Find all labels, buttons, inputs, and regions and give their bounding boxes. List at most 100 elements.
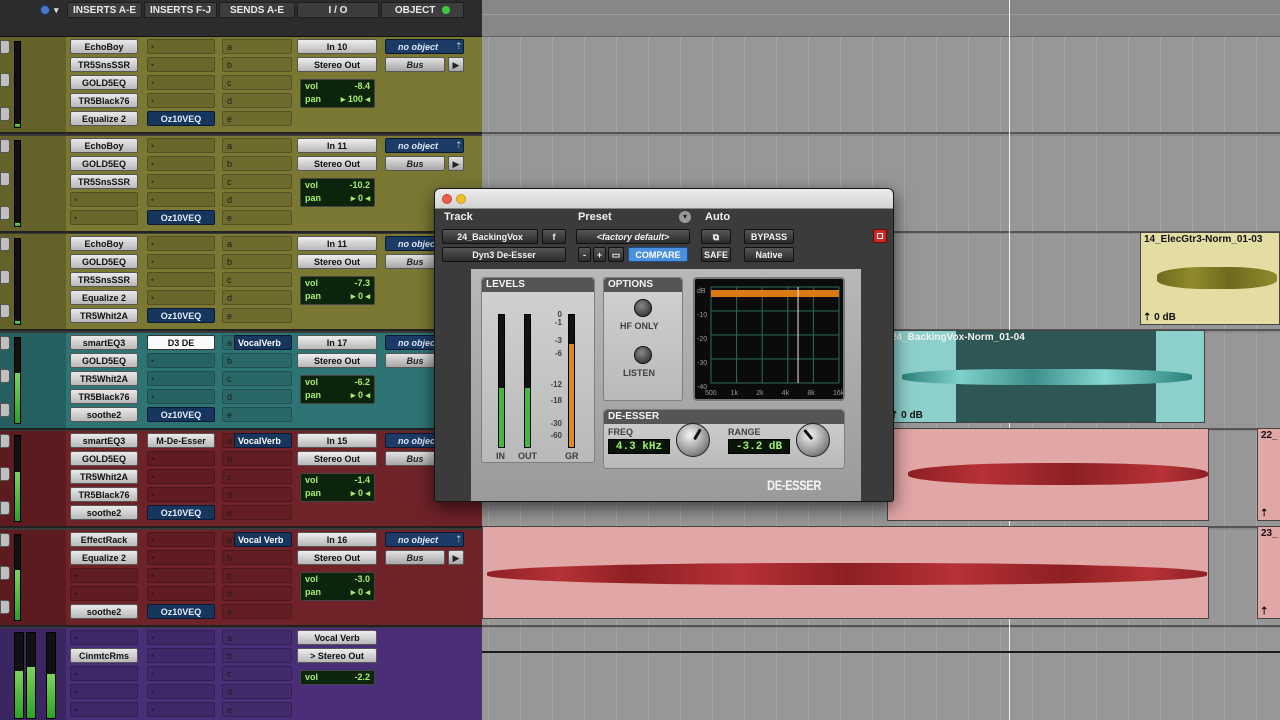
insert-slot-d[interactable]: • xyxy=(70,191,138,207)
pan-left-icon[interactable]: ▸ xyxy=(351,488,356,498)
insert-slot-i[interactable]: • xyxy=(147,191,215,207)
insert-slot-g[interactable]: • xyxy=(147,352,215,368)
insert-slot-g[interactable]: • xyxy=(147,155,215,171)
insert-slot-g[interactable]: • xyxy=(147,451,215,466)
send-slot-a[interactable]: a xyxy=(222,236,292,251)
safe-button[interactable]: SAFE xyxy=(701,247,731,262)
insert-slot-f[interactable]: • xyxy=(147,236,215,251)
send-slot-d[interactable]: d xyxy=(222,585,292,601)
clip-backingvox[interactable]: 24_BackingVox-Norm_01-04 ⇡ 0 dB xyxy=(887,330,1205,423)
track-f-button[interactable]: f xyxy=(542,229,566,244)
insert-slot-i[interactable]: • xyxy=(147,93,215,108)
track-handle-icon[interactable] xyxy=(0,40,10,54)
input-selector[interactable]: In 11 xyxy=(297,236,377,251)
vol-pan-readout[interactable]: vol -10.2 pan ▸ 0 ◂ xyxy=(300,177,375,207)
vol-pan-readout[interactable]: vol -8.4 pan ▸ 100 ◂ xyxy=(300,79,375,108)
insert-slot-b[interactable]: Equalize 2 xyxy=(70,549,138,565)
insert-slot-d[interactable]: • xyxy=(70,684,138,699)
send-slot-a[interactable]: a xyxy=(222,39,292,54)
insert-slot-e[interactable]: soothe2 xyxy=(70,603,138,619)
pan-left-icon[interactable]: ▸ xyxy=(351,587,356,597)
input-selector[interactable]: In 11 xyxy=(297,137,377,153)
track-handle-icon[interactable] xyxy=(0,304,10,318)
input-selector[interactable]: Vocal Verb xyxy=(297,630,377,645)
send-slot-e[interactable]: e xyxy=(222,111,292,126)
bypass-button[interactable]: BYPASS xyxy=(744,229,794,244)
send-slot-e[interactable]: e xyxy=(222,505,292,520)
vol-pan-readout[interactable]: vol -2.2 xyxy=(300,670,375,685)
insert-slot-h[interactable]: • xyxy=(147,173,215,189)
insert-slot-c[interactable]: TR5Whit2A xyxy=(70,469,138,484)
insert-slot-g[interactable]: • xyxy=(147,648,215,663)
send-slot-a[interactable]: a xyxy=(222,137,292,153)
freq-display[interactable]: 4.3 kHz xyxy=(608,439,670,454)
send-slot-d[interactable]: d xyxy=(222,290,292,305)
insert-slot-b[interactable]: GOLD5EQ xyxy=(70,155,138,171)
insert-slot-f[interactable]: • xyxy=(147,630,215,645)
track-handle-icon[interactable] xyxy=(0,237,10,251)
track-handle-icon[interactable] xyxy=(0,467,10,481)
pan-value[interactable]: 0 xyxy=(358,488,363,498)
clock-icon[interactable] xyxy=(40,5,50,15)
insert-slot-f[interactable]: • xyxy=(147,39,215,54)
close-window-icon[interactable] xyxy=(442,194,452,204)
send-slot-b[interactable]: b xyxy=(222,155,292,171)
bus-play-icon[interactable]: ▶ xyxy=(448,57,464,72)
send-slot-b[interactable]: b xyxy=(222,57,292,72)
insert-slot-d[interactable]: TR5Black76 xyxy=(70,487,138,502)
output-selector[interactable]: Stereo Out xyxy=(297,57,377,72)
plugin-window[interactable]: Track Preset Auto ▾ 24_BackingVox f Dyn3… xyxy=(434,188,894,502)
insert-slot-j[interactable]: Oz10VEQ xyxy=(147,111,215,126)
track-handle-icon[interactable] xyxy=(0,270,10,284)
plugin-titlebar[interactable] xyxy=(435,189,893,209)
send-slot-d[interactable]: d xyxy=(222,191,292,207)
bus-play-icon[interactable]: ▶ xyxy=(448,155,464,171)
track-handle-icon[interactable] xyxy=(0,205,10,220)
insert-slot-c[interactable]: TR5SnsSSR xyxy=(70,173,138,189)
insert-slot-c[interactable]: • xyxy=(70,567,138,583)
link-icon[interactable]: ⧉ xyxy=(701,229,731,244)
insert-slot-h[interactable]: • xyxy=(147,75,215,90)
column-inserts-ae[interactable]: INSERTS A-E xyxy=(67,2,142,18)
pan-value[interactable]: 0 xyxy=(358,291,363,301)
insert-slot-e[interactable]: soothe2 xyxy=(70,505,138,520)
track-handle-icon[interactable] xyxy=(0,532,10,547)
send-slot-d[interactable]: d xyxy=(222,93,292,108)
insert-slot-j[interactable]: Oz10VEQ xyxy=(147,308,215,323)
vol-pan-readout[interactable]: vol -3.0 pan ▸ 0 ◂ xyxy=(300,571,375,601)
vol-value[interactable]: -2.2 xyxy=(354,671,370,684)
preset-prev-button[interactable]: - xyxy=(578,247,591,262)
insert-slot-f[interactable]: D3 DE xyxy=(147,334,215,350)
hf-only-button[interactable] xyxy=(634,299,652,317)
insert-slot-j[interactable]: Oz10VEQ xyxy=(147,406,215,422)
vol-value[interactable]: -6.2 xyxy=(354,376,370,389)
bus-play-icon[interactable]: ▶ xyxy=(448,549,464,565)
insert-slot-c[interactable]: TR5Whit2A xyxy=(70,370,138,386)
insert-slot-b[interactable]: TR5SnsSSR xyxy=(70,57,138,72)
output-selector[interactable]: Stereo Out xyxy=(297,352,377,368)
pan-right-icon[interactable]: ◂ xyxy=(365,94,370,104)
insert-slot-f[interactable]: M-De-Esser xyxy=(147,433,215,448)
clip-indicator-icon[interactable] xyxy=(873,229,887,243)
pan-right-icon[interactable]: ◂ xyxy=(365,193,370,203)
insert-slot-b[interactable]: GOLD5EQ xyxy=(70,254,138,269)
send-slot-c[interactable]: c xyxy=(222,75,292,90)
insert-slot-a[interactable]: smartEQ3 xyxy=(70,334,138,350)
object-panner-icon[interactable]: ⇡ xyxy=(455,534,463,545)
track-handle-icon[interactable] xyxy=(0,335,10,350)
insert-slot-g[interactable]: • xyxy=(147,549,215,565)
column-io[interactable]: I / O xyxy=(297,2,379,18)
vol-value[interactable]: -3.0 xyxy=(354,573,370,586)
insert-slot-f[interactable]: • xyxy=(147,531,215,547)
output-selector[interactable]: Stereo Out xyxy=(297,451,377,466)
insert-slot-h[interactable]: • xyxy=(147,469,215,484)
insert-slot-a[interactable]: EchoBoy xyxy=(70,39,138,54)
insert-slot-d[interactable]: TR5Black76 xyxy=(70,93,138,108)
insert-slot-c[interactable]: TR5SnsSSR xyxy=(70,272,138,287)
send-slot-d[interactable]: d xyxy=(222,388,292,404)
vol-value[interactable]: -1.4 xyxy=(354,474,370,487)
output-selector[interactable]: Stereo Out xyxy=(297,155,377,171)
input-selector[interactable]: In 17 xyxy=(297,334,377,350)
insert-slot-i[interactable]: • xyxy=(147,388,215,404)
insert-slot-j[interactable]: • xyxy=(147,702,215,717)
